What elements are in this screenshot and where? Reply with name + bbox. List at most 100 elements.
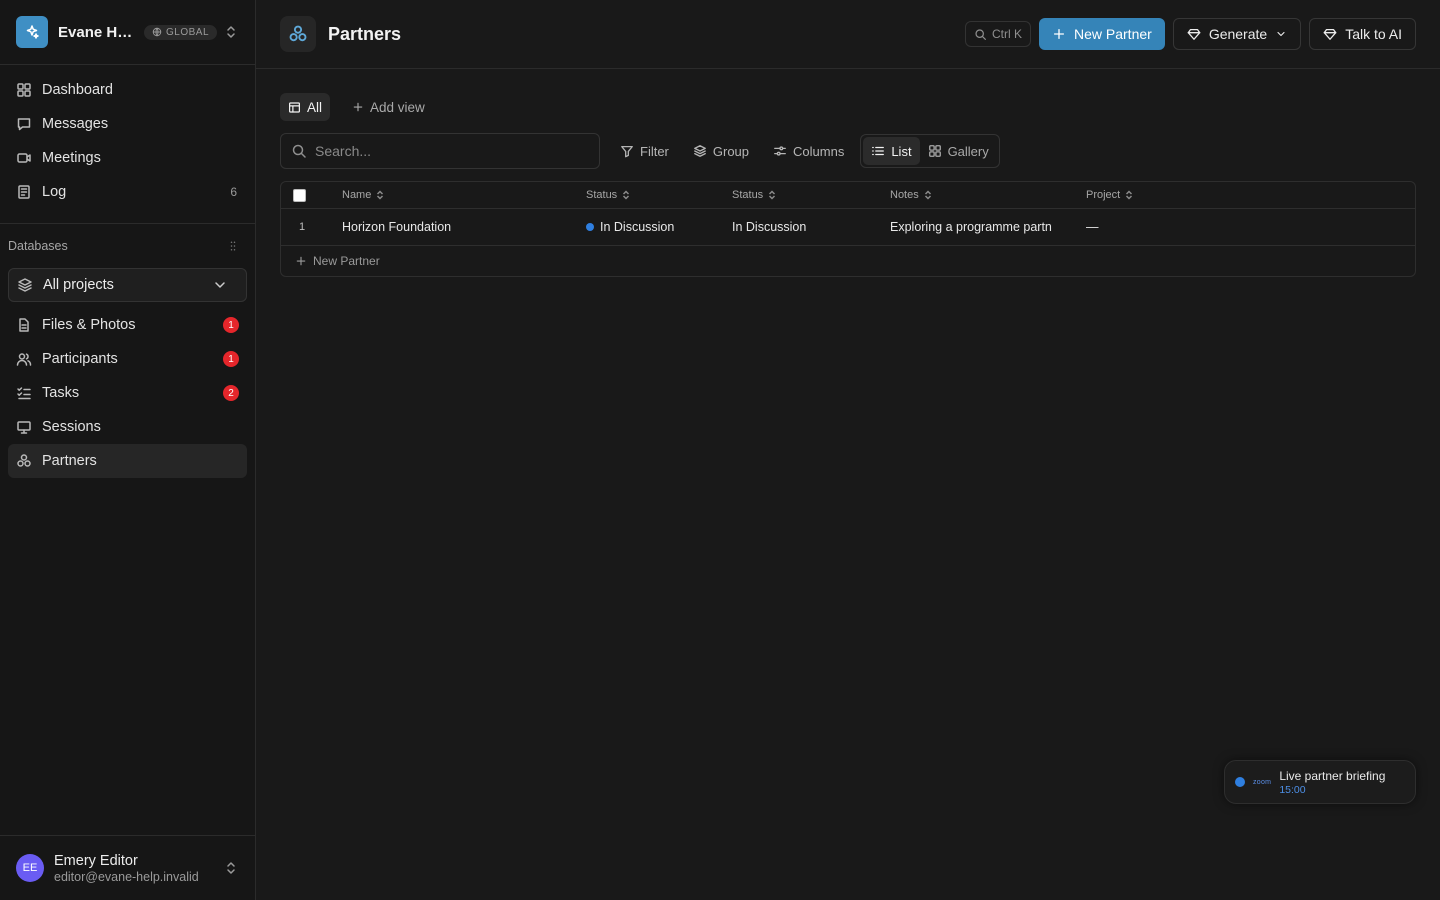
users-icon [16,353,32,366]
column-header-name[interactable]: Name [342,189,385,201]
table-row[interactable]: 1 Horizon Foundation In Discussion In Di… [281,209,1415,246]
group-button[interactable]: Group [681,136,761,166]
user-email: editor@evane-help.invalid [54,869,199,884]
meeting-meta: Live partner briefing 15:00 [1279,769,1385,796]
plus-icon [353,102,363,112]
gallery-label: Gallery [947,143,989,159]
new-row-button[interactable]: New Partner [281,246,1415,276]
layout-toggle: List Gallery [860,134,1000,168]
shortcut-label: Ctrl K [992,27,1022,41]
nav-item-partners[interactable]: Partners [8,444,247,478]
sliders-icon [774,146,786,156]
tab-label: All [307,99,323,115]
zoom-logo: zoom [1253,778,1272,786]
project-select[interactable]: All projects [8,268,247,302]
filter-button[interactable]: Filter [608,136,681,166]
databases-heading-label: Databases [8,239,68,253]
project-select-value: All projects [43,277,114,293]
talk-to-ai-button[interactable]: Talk to AI [1309,18,1416,50]
generate-label: Generate [1208,26,1268,42]
partners-icon [17,454,31,467]
search-input[interactable] [315,143,565,159]
select-all-checkbox[interactable] [293,188,306,202]
nav-item-tasks[interactable]: Tasks 2 [8,376,247,410]
file-icon [19,318,29,332]
grid-icon [17,83,31,97]
new-partner-label: New Partner [1074,26,1152,42]
cell-name[interactable]: Horizon Foundation [342,220,451,234]
top-bar: Partners Ctrl K New Partner Generate Tal… [256,0,1440,69]
add-view-button[interactable]: Add view [344,100,433,115]
sort-icon [1126,190,1133,200]
presentation-icon [17,421,31,434]
gem-icon [1187,28,1201,40]
plus-icon [1053,28,1065,40]
gallery-icon [928,145,941,157]
meeting-notification[interactable]: zoom Live partner briefing 15:00 [1224,760,1416,804]
sort-icon [924,190,931,200]
layers-icon [18,278,32,292]
filter-label: Filter [640,143,669,159]
column-header-status[interactable]: Status [586,189,631,201]
list-view-button[interactable]: List [863,137,920,165]
cell-status[interactable]: In Discussion [586,220,674,234]
meeting-title: Live partner briefing [1279,768,1386,783]
command-search-button[interactable]: Ctrl K [965,21,1031,47]
avatar: EE [16,854,44,882]
drag-handle-icon[interactable] [227,240,239,252]
nav-item-participants[interactable]: Participants 1 [8,342,247,376]
nav-label: Meetings [42,150,101,166]
nav-item-files-photos[interactable]: Files & Photos 1 [8,308,247,342]
table-header: Name Status Status Notes Project [281,182,1415,209]
columns-label: Columns [793,143,845,159]
sort-icon [769,190,776,200]
nav-item-sessions[interactable]: Sessions [8,410,247,444]
nav-label: Files & Photos [42,317,136,333]
add-view-label: Add view [370,99,425,115]
gallery-view-button[interactable]: Gallery [920,137,997,165]
page-title: Partners [328,23,402,44]
search-icon [292,144,306,158]
column-header-status-2[interactable]: Status [732,189,777,201]
cell-project[interactable]: — [1086,220,1099,234]
partners-icon [280,16,316,52]
group-label: Group [712,143,750,159]
log-icon [18,185,30,199]
divider [0,223,255,224]
nav-item-dashboard[interactable]: Dashboard [8,73,247,107]
column-header-project[interactable]: Project [1086,189,1134,201]
nav-label: Participants [42,351,118,367]
tab-all[interactable]: All [280,93,331,121]
cell-notes[interactable]: Exploring a programme partn [890,220,1062,234]
column-header-label: Status [586,189,618,201]
plus-icon [296,256,306,266]
new-partner-button[interactable]: New Partner [1039,18,1165,50]
workspace-header[interactable]: Evane He... GLOBAL [0,0,255,65]
nav-item-log[interactable]: Log 6 [8,175,247,209]
columns-button[interactable]: Columns [761,136,856,166]
video-icon [17,153,31,163]
layers-icon [693,145,706,157]
chevron-updown-icon[interactable] [223,860,239,876]
status-dot [586,223,594,231]
meeting-time: 15:00 [1279,783,1306,796]
cell-status-2[interactable]: In Discussion [732,220,806,234]
partners-table: Name Status Status Notes Project 1 Horiz… [280,181,1416,277]
chevron-updown-icon[interactable] [223,24,239,40]
message-icon [17,118,31,131]
nav-label: Messages [42,116,109,132]
table-icon [289,101,300,113]
chevron-down-icon [215,282,225,288]
nav-item-messages[interactable]: Messages [8,107,247,141]
user-menu[interactable]: EE Emery Editor editor@evane-help.invali… [0,835,255,900]
user-meta: Emery Editor editor@evane-help.invalid [54,853,199,884]
gem-icon [1323,28,1337,40]
chevron-down-icon [1277,31,1285,37]
search-field[interactable] [280,133,600,169]
column-header-notes[interactable]: Notes [890,189,1062,201]
generate-button[interactable]: Generate [1172,18,1302,50]
log-count: 6 [230,185,237,199]
sort-icon [377,190,384,200]
scope-badge: GLOBAL [144,24,218,40]
nav-item-meetings[interactable]: Meetings [8,141,247,175]
